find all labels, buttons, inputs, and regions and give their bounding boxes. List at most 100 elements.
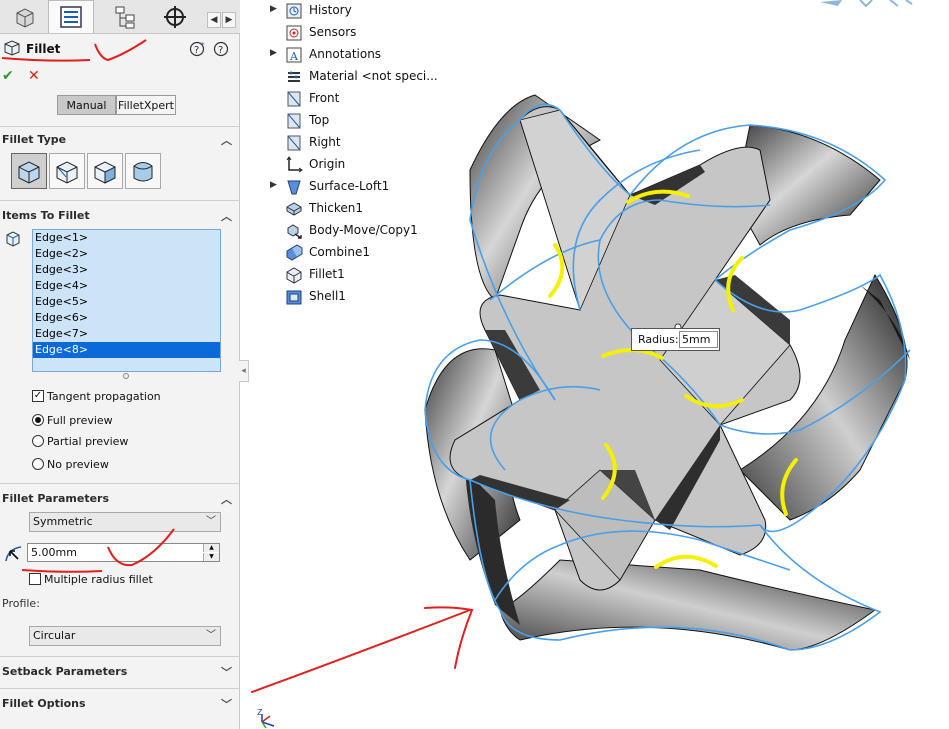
list-item[interactable]: Edge<7> — [33, 326, 220, 342]
list-item[interactable]: Edge<1> — [33, 230, 220, 246]
radius-callout[interactable]: Radius: 5mm — [631, 328, 720, 351]
fillet-model[interactable] — [424, 94, 911, 651]
fillet-options-section-header[interactable]: Fillet Options ﹀ — [0, 693, 240, 715]
expand-arrow-icon[interactable]: ▶ — [270, 4, 277, 14]
annotations-icon: A — [286, 47, 302, 63]
partial-preview-radio[interactable] — [32, 435, 44, 447]
tab-feature-manager[interactable] — [2, 0, 48, 33]
tree-item-history[interactable]: ▶ History — [270, 1, 450, 21]
expand-arrow-icon[interactable]: ▶ — [270, 180, 277, 190]
setback-parameters-section-header[interactable]: Setback Parameters ﹀ — [0, 661, 240, 683]
tabs-scroll-right-button[interactable]: ▶ — [222, 12, 236, 28]
tangent-propagation-label: Tangent propagation — [47, 390, 161, 403]
svg-text:?: ? — [218, 45, 223, 56]
tree-item-body-move-copy[interactable]: Body-Move/Copy1 — [270, 221, 450, 241]
material-icon — [288, 71, 300, 82]
tree-item-thicken[interactable]: Thicken1 — [270, 199, 450, 219]
tangent-propagation-checkbox[interactable]: ✓ — [32, 390, 44, 402]
radius-callout-input[interactable]: 5mm — [679, 331, 718, 348]
filletxpert-tab-button[interactable]: FilletXpert — [116, 95, 176, 115]
tree-item-combine[interactable]: Combine1 — [270, 243, 450, 263]
plane-icon — [287, 91, 301, 107]
variable-size-fillet-button[interactable] — [49, 153, 85, 189]
divider — [0, 126, 240, 127]
property-manager-panel: ◀ ▶ Fillet ? * ? ✔ ✕ Manual FilletXpert … — [0, 0, 240, 729]
multiple-radius-checkbox[interactable] — [29, 573, 41, 585]
panel-collapse-handle[interactable]: ◂ — [239, 360, 249, 382]
plane-icon — [287, 135, 301, 151]
divider — [0, 200, 240, 201]
expand-arrow-icon[interactable]: ▶ — [270, 48, 277, 58]
face-fillet-icon — [94, 161, 116, 184]
tree-item-fillet[interactable]: Fillet1 — [270, 265, 450, 285]
ok-button[interactable]: ✔ — [2, 68, 14, 84]
plane-icon — [287, 113, 301, 129]
tree-item-label: Annotations — [309, 47, 382, 61]
tree-item-surface-loft[interactable]: ▶ Surface-Loft1 — [270, 177, 450, 197]
partial-preview-label: Partial preview — [47, 435, 129, 448]
full-round-fillet-button[interactable] — [125, 153, 161, 189]
chevron-down-icon: ﹀ — [206, 516, 216, 527]
edge-selection-icon — [6, 231, 20, 247]
manual-tab-button[interactable]: Manual — [57, 95, 116, 115]
tree-item-shell[interactable]: Shell1 — [270, 287, 450, 307]
no-preview-radio[interactable] — [32, 458, 44, 470]
radius-decrement-button[interactable]: ▼ — [203, 553, 219, 561]
profile-select[interactable]: Circular ﹀ — [29, 626, 221, 646]
tree-item-sensors[interactable]: Sensors — [270, 23, 450, 43]
tree-item-label: Sensors — [309, 25, 357, 39]
help-icon[interactable]: ? — [212, 40, 230, 58]
tab-property-manager[interactable] — [48, 0, 94, 33]
fillet-parameters-section-header[interactable]: Fillet Parameters ︿ — [0, 488, 240, 510]
tab-dimxpert-manager[interactable] — [152, 0, 198, 33]
manager-tabs: ◀ ▶ — [0, 0, 240, 34]
tree-item-origin[interactable]: Origin — [270, 155, 450, 175]
radius-increment-button[interactable]: ▲ — [203, 544, 219, 552]
tabs-scroll-left-button[interactable]: ◀ — [207, 12, 221, 28]
list-item[interactable]: Edge<4> — [33, 278, 220, 294]
list-item-selected[interactable]: Edge<8> — [33, 342, 220, 358]
fillet-icon — [286, 267, 302, 284]
history-icon — [286, 3, 302, 19]
no-preview-label: No preview — [47, 458, 109, 471]
whats-wrong-help-icon[interactable]: ? * — [189, 40, 207, 58]
face-fillet-button[interactable] — [87, 153, 123, 189]
graphics-viewport[interactable] — [250, 0, 949, 729]
tree-item-label: Right — [309, 135, 341, 149]
list-item[interactable]: Edge<5> — [33, 294, 220, 310]
tree-item-label: Body-Move/Copy1 — [309, 223, 418, 237]
list-resize-grip[interactable] — [123, 373, 129, 379]
divider — [0, 483, 240, 484]
loft-icon — [287, 180, 301, 195]
divider — [0, 656, 240, 657]
list-item[interactable]: Edge<2> — [33, 246, 220, 262]
tree-item-top-plane[interactable]: Top — [270, 111, 450, 131]
list-item[interactable]: Edge<6> — [33, 310, 220, 326]
shell-icon — [286, 290, 302, 305]
cancel-button[interactable]: ✕ — [28, 68, 40, 84]
profile-select-value: Circular — [33, 629, 76, 642]
full-round-fillet-icon — [133, 162, 153, 182]
tree-item-label: Origin — [309, 157, 346, 171]
tree-item-front-plane[interactable]: Front — [270, 89, 450, 109]
red-annotation-arrow — [251, 606, 474, 693]
tree-item-material[interactable]: Material <not speci... — [270, 67, 450, 87]
list-item[interactable]: Edge<3> — [33, 262, 220, 278]
tab-configuration-manager[interactable] — [102, 0, 148, 33]
items-to-fillet-section-header[interactable]: Items To Fillet ︿ — [0, 205, 240, 227]
edge-selection-list[interactable]: Edge<1> Edge<2> Edge<3> Edge<4> Edge<5> … — [32, 229, 221, 372]
chevron-down-icon: ﹀ — [221, 698, 232, 711]
tree-item-label: Combine1 — [309, 245, 370, 259]
red-annotation-underline — [1, 39, 147, 62]
fillet-type-section-header[interactable]: Fillet Type ︿ — [0, 129, 240, 151]
full-preview-radio[interactable] — [32, 414, 44, 426]
variable-fillet-icon — [56, 161, 78, 184]
constant-size-fillet-button[interactable] — [11, 153, 47, 189]
configuration-icon — [115, 6, 135, 28]
radius-callout-label: Radius: — [638, 333, 679, 346]
chevron-down-icon: ﹀ — [221, 666, 232, 679]
tree-item-annotations[interactable]: ▶ A Annotations — [270, 45, 450, 65]
tree-item-right-plane[interactable]: Right — [270, 133, 450, 153]
svg-text:?: ? — [194, 45, 199, 56]
view-toolbar-icons[interactable] — [820, 0, 913, 8]
